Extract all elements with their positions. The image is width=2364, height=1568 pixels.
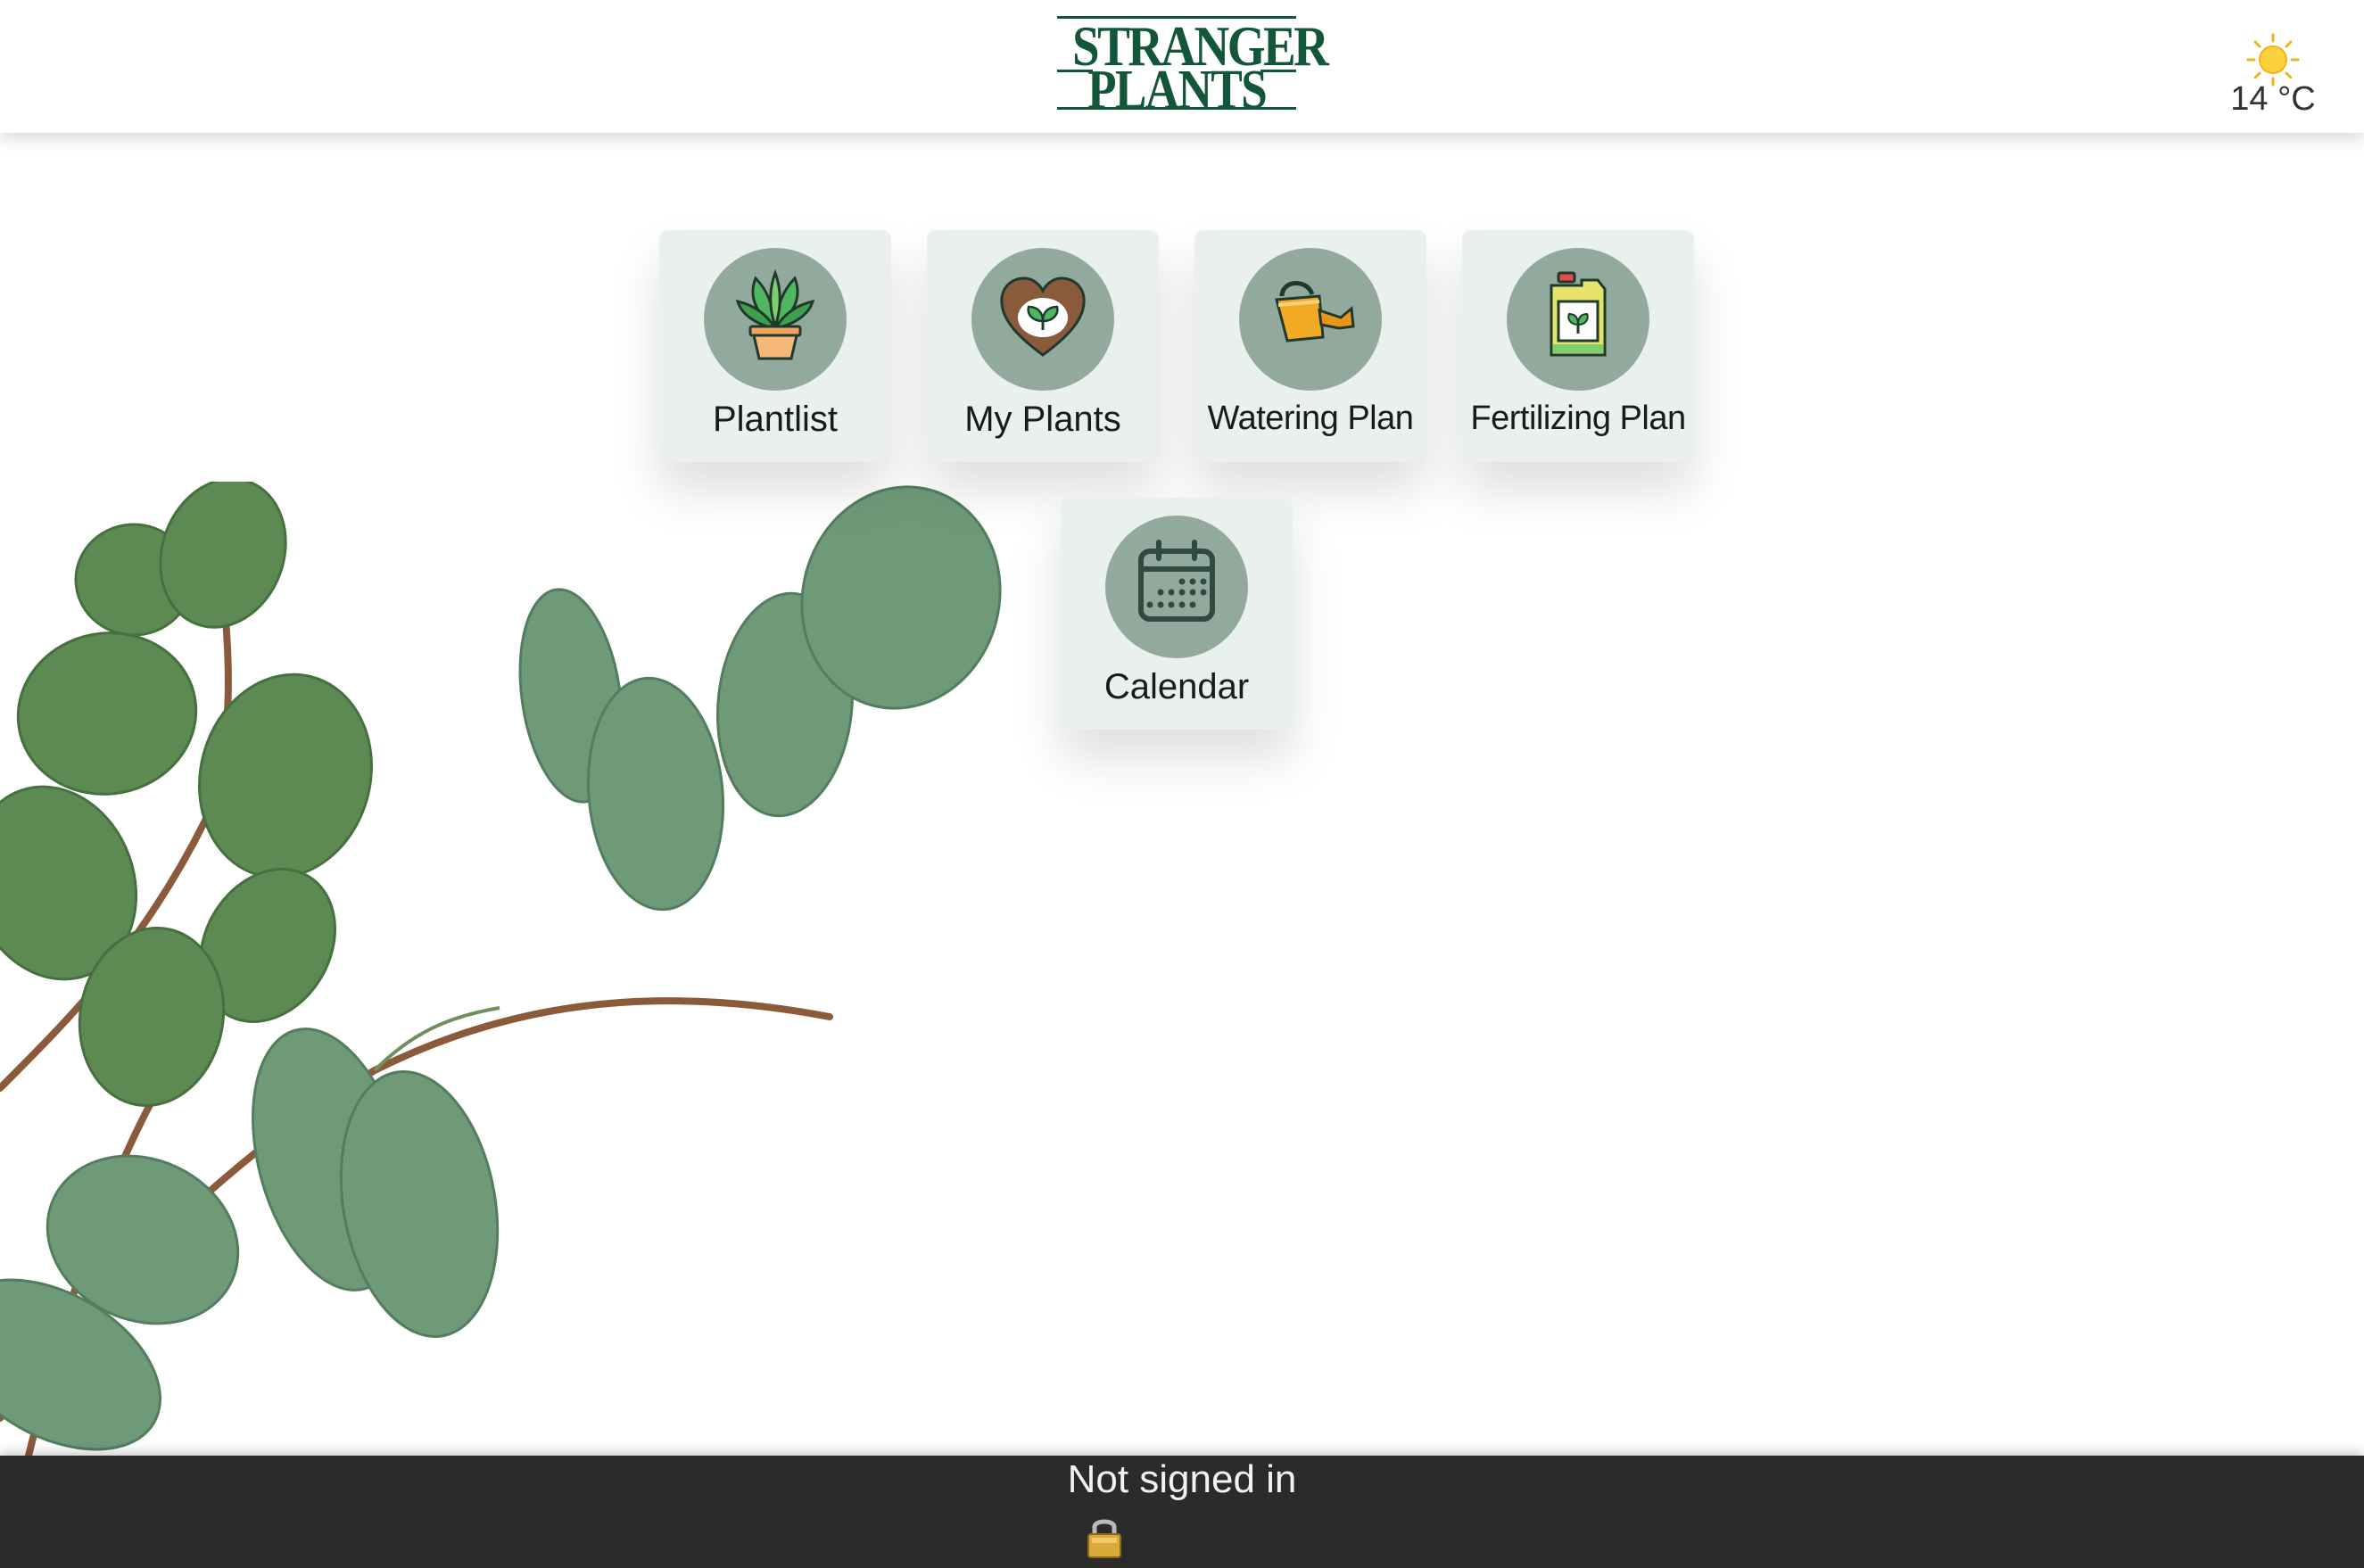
header-bar: STRANGER PLANTS 14 °C <box>0 0 2364 133</box>
sun-icon <box>2246 33 2300 87</box>
tile-fertilizing-plan[interactable]: Fertilizing Plan <box>1462 230 1694 462</box>
potted-plant-icon <box>735 269 815 360</box>
footer-bar: Not signed in <box>0 1456 2364 1568</box>
tile-plantlist[interactable]: Plantlist <box>659 230 891 462</box>
tile-label: Watering Plan <box>1207 400 1414 437</box>
tile-icon-circle <box>1239 248 1382 391</box>
tile-my-plants[interactable]: My Plants <box>927 230 1159 462</box>
eucalyptus-decoration <box>0 482 1002 1463</box>
tile-label: Plantlist <box>712 400 839 439</box>
sign-in-status: Not signed in <box>1067 1457 1297 1501</box>
tile-watering-plan[interactable]: Watering Plan <box>1194 230 1426 462</box>
calendar-icon <box>1138 540 1215 622</box>
stranger-plants-logo[interactable]: STRANGER PLANTS <box>1055 12 1329 118</box>
heart-sprout-icon <box>1000 276 1086 357</box>
watering-can-icon <box>1275 281 1355 342</box>
tile-label: My Plants <box>964 400 1121 439</box>
app-page: STRANGER PLANTS 14 °C Plantlist My Plant… <box>0 0 2364 1568</box>
tile-icon-circle <box>971 248 1114 391</box>
weather-widget: 14 °C <box>2228 32 2318 119</box>
temperature-label: 14 °C <box>2230 80 2316 118</box>
tile-icon-circle <box>704 248 847 391</box>
tile-icon-circle <box>1507 248 1649 391</box>
tile-label: Calendar <box>1103 667 1250 706</box>
fertilizer-bottle-icon <box>1550 271 1607 357</box>
lock-icon[interactable] <box>1085 1514 1124 1559</box>
tile-calendar[interactable]: Calendar <box>1061 498 1293 730</box>
tile-icon-circle <box>1105 516 1248 658</box>
tile-label: Fertilizing Plan <box>1470 400 1686 437</box>
